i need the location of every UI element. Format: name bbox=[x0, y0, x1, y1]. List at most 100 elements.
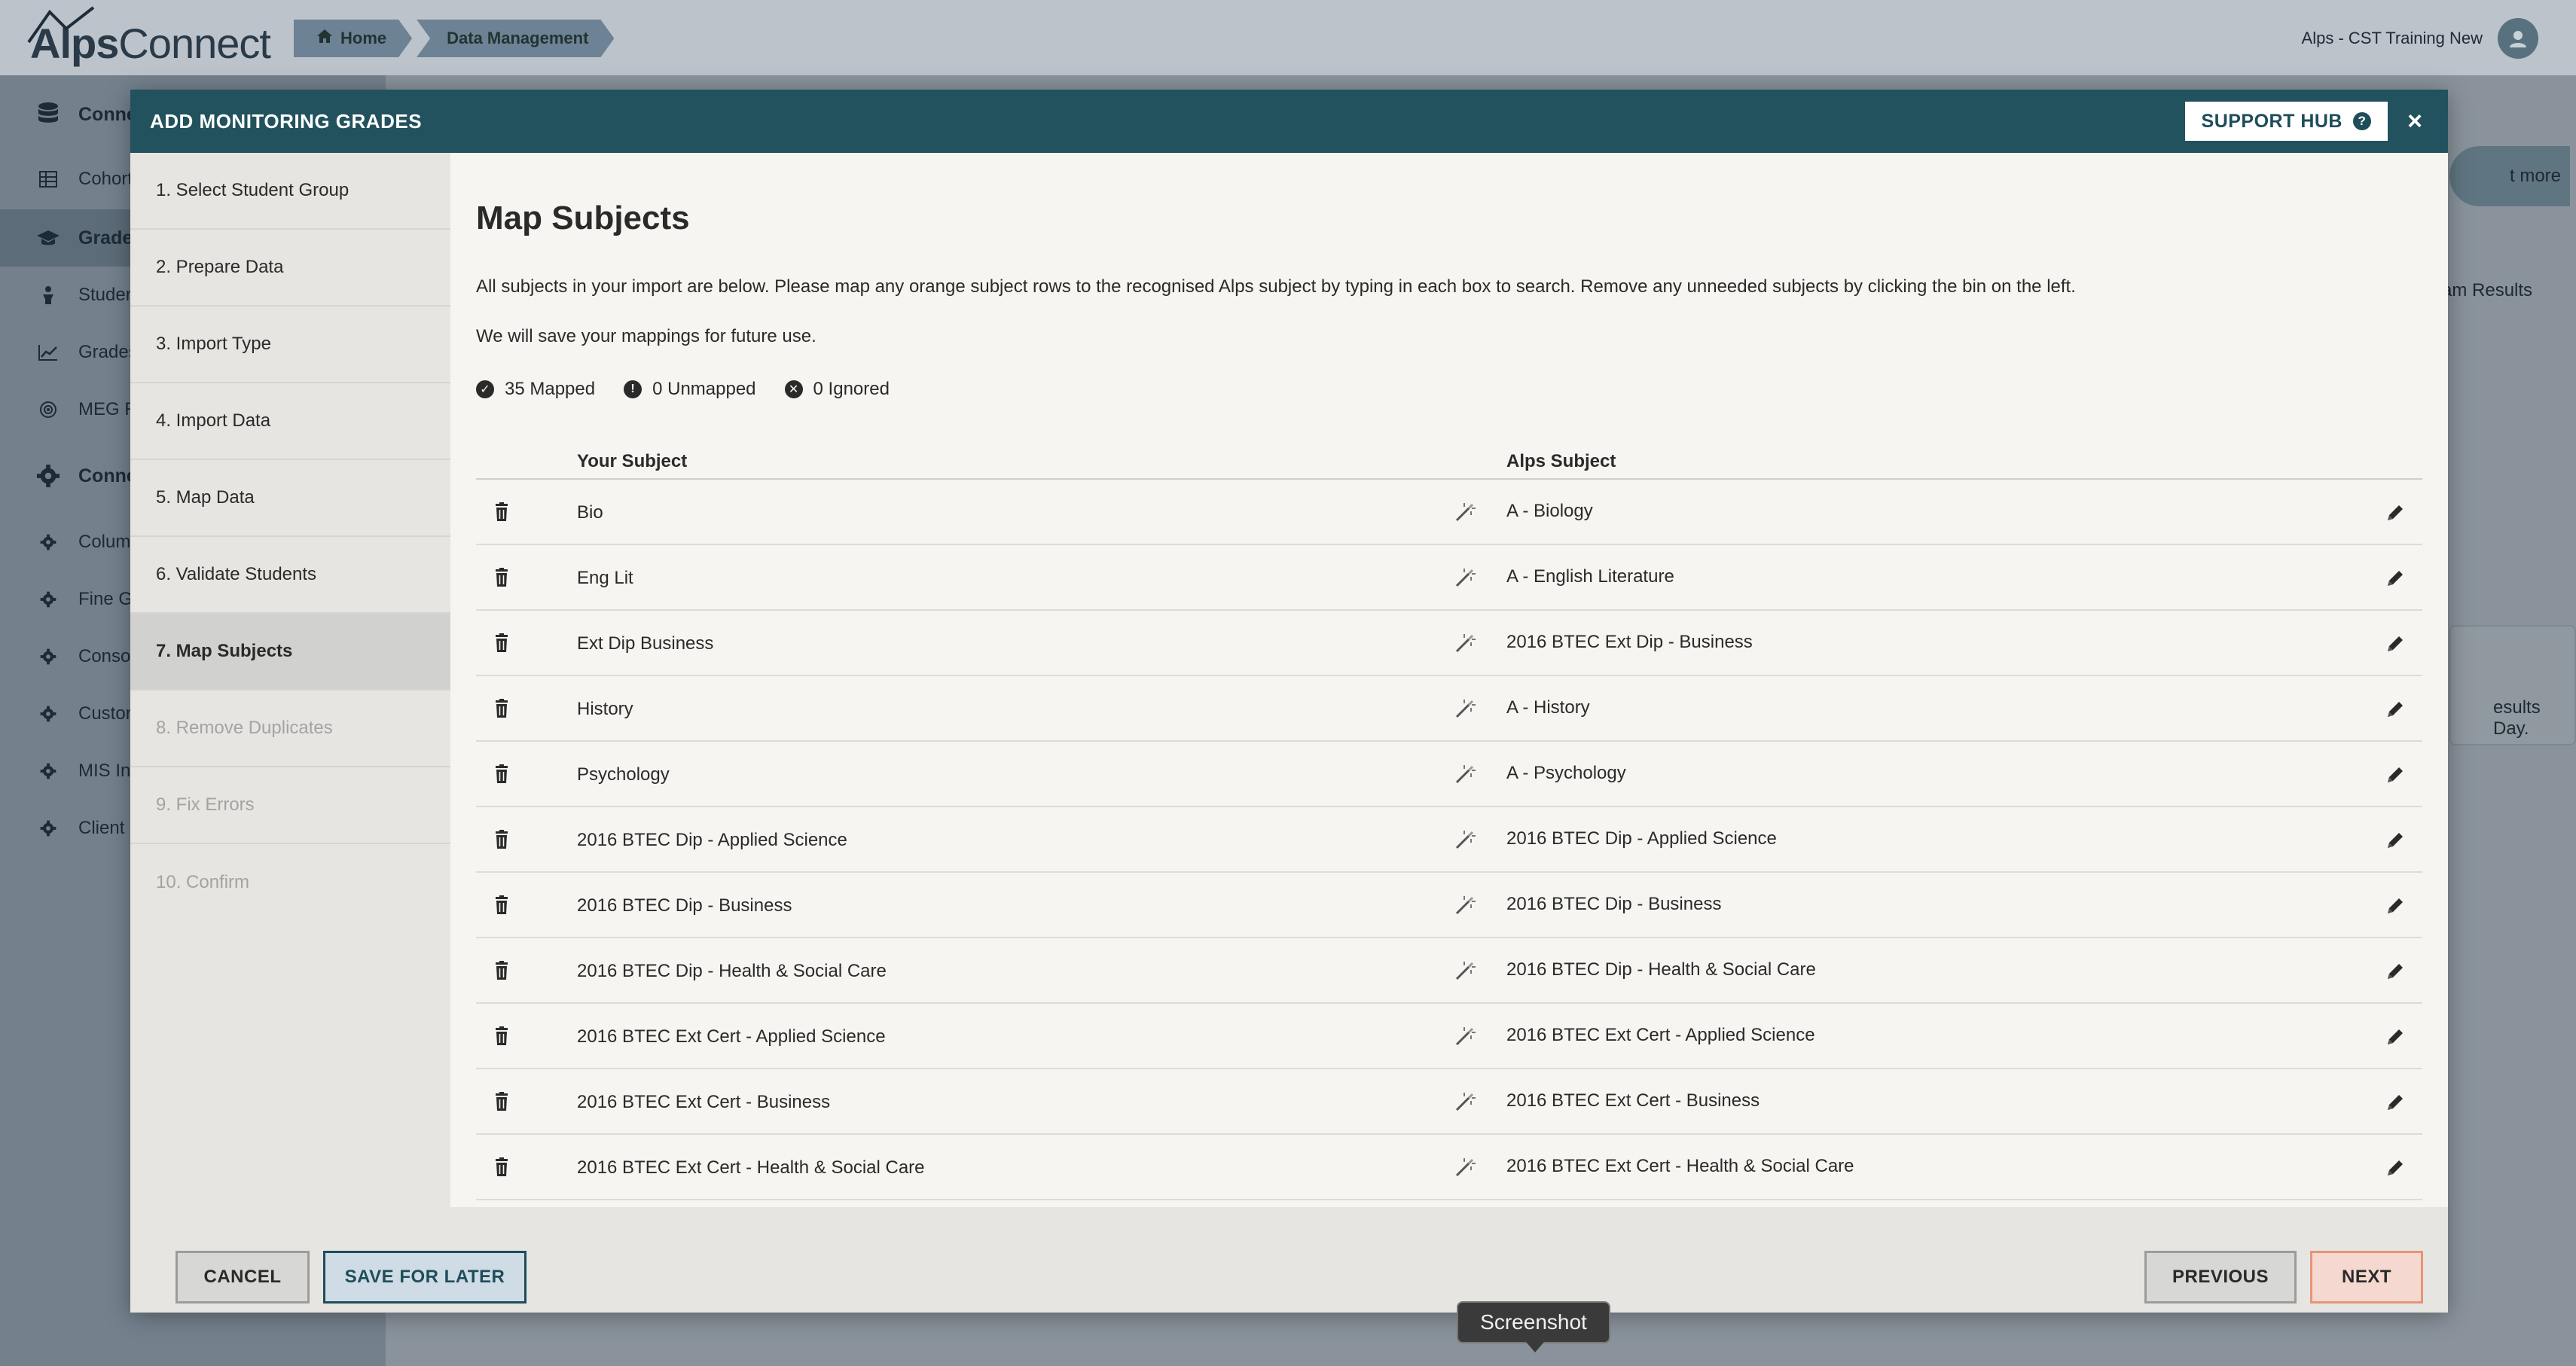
table-row: Psychology A - Psychology bbox=[476, 742, 2422, 807]
ignored-count-label: 0 Ignored bbox=[813, 379, 890, 399]
student-icon bbox=[36, 285, 60, 305]
magic-wand-icon[interactable] bbox=[1454, 763, 1476, 785]
unmapped-count: ! 0 Unmapped bbox=[624, 379, 756, 400]
grid-icon bbox=[36, 171, 60, 188]
trash-icon[interactable] bbox=[491, 698, 512, 719]
pencil-icon[interactable] bbox=[2385, 830, 2406, 851]
alps-connect-logo[interactable]: AlpsConnect bbox=[27, 6, 271, 72]
sidebar-item-label: Client bbox=[78, 818, 125, 838]
trash-icon[interactable] bbox=[491, 633, 512, 654]
exclamation-circle-icon: ! bbox=[624, 380, 642, 398]
column-header-your-subject: Your Subject bbox=[577, 451, 688, 471]
gear-icon bbox=[36, 763, 60, 779]
sidebar-item-label: Studer bbox=[78, 285, 132, 305]
pencil-icon[interactable] bbox=[2385, 699, 2406, 720]
logo-text-connect: Connect bbox=[118, 20, 271, 67]
home-icon bbox=[316, 29, 333, 48]
step-import-type[interactable]: 3. Import Type bbox=[130, 306, 450, 383]
trash-icon[interactable] bbox=[491, 502, 512, 523]
pencil-icon[interactable] bbox=[2385, 1092, 2406, 1113]
step-select-student-group[interactable]: 1. Select Student Group bbox=[130, 153, 450, 230]
table-row: Eng Lit A - English Literature bbox=[476, 545, 2422, 611]
breadcrumb-home-label: Home bbox=[340, 29, 387, 47]
your-subject-cell: 2016 BTEC Ext Cert - Applied Science bbox=[577, 1026, 886, 1047]
your-subject-cell: Bio bbox=[577, 502, 603, 523]
step-validate-students[interactable]: 6. Validate Students bbox=[130, 537, 450, 614]
alps-subject-cell[interactable]: A - Biology bbox=[1506, 501, 1593, 522]
trash-icon[interactable] bbox=[491, 567, 512, 588]
trash-icon[interactable] bbox=[491, 829, 512, 850]
pencil-icon[interactable] bbox=[2385, 1157, 2406, 1178]
sidebar-item-label: Grades bbox=[78, 342, 138, 362]
alps-subject-cell[interactable]: 2016 BTEC Dip - Applied Science bbox=[1506, 828, 1777, 849]
magic-wand-icon[interactable] bbox=[1454, 566, 1476, 589]
alps-subject-cell[interactable]: A - English Literature bbox=[1506, 566, 1674, 587]
pencil-icon[interactable] bbox=[2385, 1026, 2406, 1047]
account-menu[interactable]: Alps - CST Training New bbox=[2302, 18, 2538, 59]
trash-icon[interactable] bbox=[491, 1026, 512, 1047]
support-hub-button[interactable]: SUPPORT HUB ? bbox=[2184, 102, 2388, 141]
table-row: 2016 BTEC Dip - Business 2016 BTEC Dip - … bbox=[476, 873, 2422, 938]
pencil-icon[interactable] bbox=[2385, 764, 2406, 785]
step-prepare-data[interactable]: 2. Prepare Data bbox=[130, 230, 450, 306]
pencil-icon[interactable] bbox=[2385, 895, 2406, 916]
trash-icon[interactable] bbox=[491, 764, 512, 785]
avatar[interactable] bbox=[2498, 18, 2538, 59]
mapping-summary: ✓ 35 Mapped ! 0 Unmapped ✕ 0 Ignored bbox=[476, 379, 918, 400]
learn-more-button[interactable]: t more bbox=[2449, 146, 2570, 206]
tab-exam-results[interactable]: am Results bbox=[2442, 280, 2532, 301]
target-icon bbox=[36, 401, 60, 419]
pencil-icon[interactable] bbox=[2385, 961, 2406, 982]
close-icon[interactable]: × bbox=[2398, 105, 2431, 138]
magic-wand-icon[interactable] bbox=[1454, 959, 1476, 982]
next-button[interactable]: NEXT bbox=[2310, 1251, 2423, 1303]
magic-wand-icon[interactable] bbox=[1454, 501, 1476, 523]
check-circle-icon: ✓ bbox=[476, 380, 494, 398]
gear-icon bbox=[36, 534, 60, 550]
pencil-icon[interactable] bbox=[2385, 502, 2406, 523]
magic-wand-icon[interactable] bbox=[1454, 828, 1476, 851]
trash-icon[interactable] bbox=[491, 895, 512, 916]
cancel-button[interactable]: CANCEL bbox=[175, 1251, 310, 1303]
gear-icon bbox=[36, 820, 60, 837]
pencil-icon[interactable] bbox=[2385, 568, 2406, 589]
alps-subject-cell[interactable]: 2016 BTEC Ext Cert - Applied Science bbox=[1506, 1025, 1815, 1046]
breadcrumb-data-management[interactable]: Data Management bbox=[417, 20, 614, 57]
step-confirm: 10. Confirm bbox=[156, 872, 250, 892]
magic-wand-icon[interactable] bbox=[1454, 632, 1476, 654]
magic-wand-icon[interactable] bbox=[1454, 697, 1476, 720]
step-map-subjects[interactable]: 7. Map Subjects bbox=[130, 614, 450, 691]
alps-subject-cell[interactable]: 2016 BTEC Ext Dip - Business bbox=[1506, 632, 1753, 653]
trash-icon[interactable] bbox=[491, 960, 512, 981]
trash-icon[interactable] bbox=[491, 1091, 512, 1112]
your-subject-cell: 2016 BTEC Dip - Applied Science bbox=[577, 830, 847, 850]
gear-icon bbox=[36, 591, 60, 608]
alps-subject-cell[interactable]: 2016 BTEC Ext Cert - Health & Social Car… bbox=[1506, 1156, 1854, 1177]
gear-icon bbox=[36, 706, 60, 722]
save-for-later-button[interactable]: SAVE FOR LATER bbox=[323, 1251, 526, 1303]
breadcrumb-home[interactable]: Home bbox=[294, 20, 412, 57]
step-map-data[interactable]: 5. Map Data bbox=[130, 460, 450, 537]
step-import-data[interactable]: 4. Import Data bbox=[130, 383, 450, 460]
magic-wand-icon[interactable] bbox=[1454, 1156, 1476, 1178]
sidebar-item-label: MEG R bbox=[78, 399, 138, 419]
magic-wand-icon[interactable] bbox=[1454, 894, 1476, 916]
magic-wand-icon[interactable] bbox=[1454, 1025, 1476, 1047]
alps-subject-cell[interactable]: A - History bbox=[1506, 697, 1590, 718]
learn-more-label: t more bbox=[2510, 166, 2562, 186]
table-row: 2016 BTEC Dip - Health & Social Care 2016… bbox=[476, 938, 2422, 1004]
alps-subject-cell[interactable]: 2016 BTEC Dip - Health & Social Care bbox=[1506, 959, 1816, 980]
alps-subject-cell[interactable]: 2016 BTEC Ext Cert - Business bbox=[1506, 1090, 1760, 1111]
support-hub-label: SUPPORT HUB bbox=[2201, 110, 2343, 132]
alps-subject-cell[interactable]: 2016 BTEC Dip - Business bbox=[1506, 894, 1721, 915]
alps-subject-cell[interactable]: A - Psychology bbox=[1506, 763, 1626, 784]
database-icon bbox=[36, 102, 60, 127]
graduation-cap-icon bbox=[36, 229, 60, 247]
trash-icon[interactable] bbox=[491, 1157, 512, 1178]
magic-wand-icon[interactable] bbox=[1454, 1090, 1476, 1113]
previous-button[interactable]: PREVIOUS bbox=[2144, 1251, 2297, 1303]
screenshot-tooltip: Screenshot bbox=[1457, 1301, 1610, 1352]
map-subjects-content: Map Subjects All subjects in your import… bbox=[450, 153, 2448, 1207]
table-row: History A - History bbox=[476, 676, 2422, 742]
pencil-icon[interactable] bbox=[2385, 633, 2406, 654]
